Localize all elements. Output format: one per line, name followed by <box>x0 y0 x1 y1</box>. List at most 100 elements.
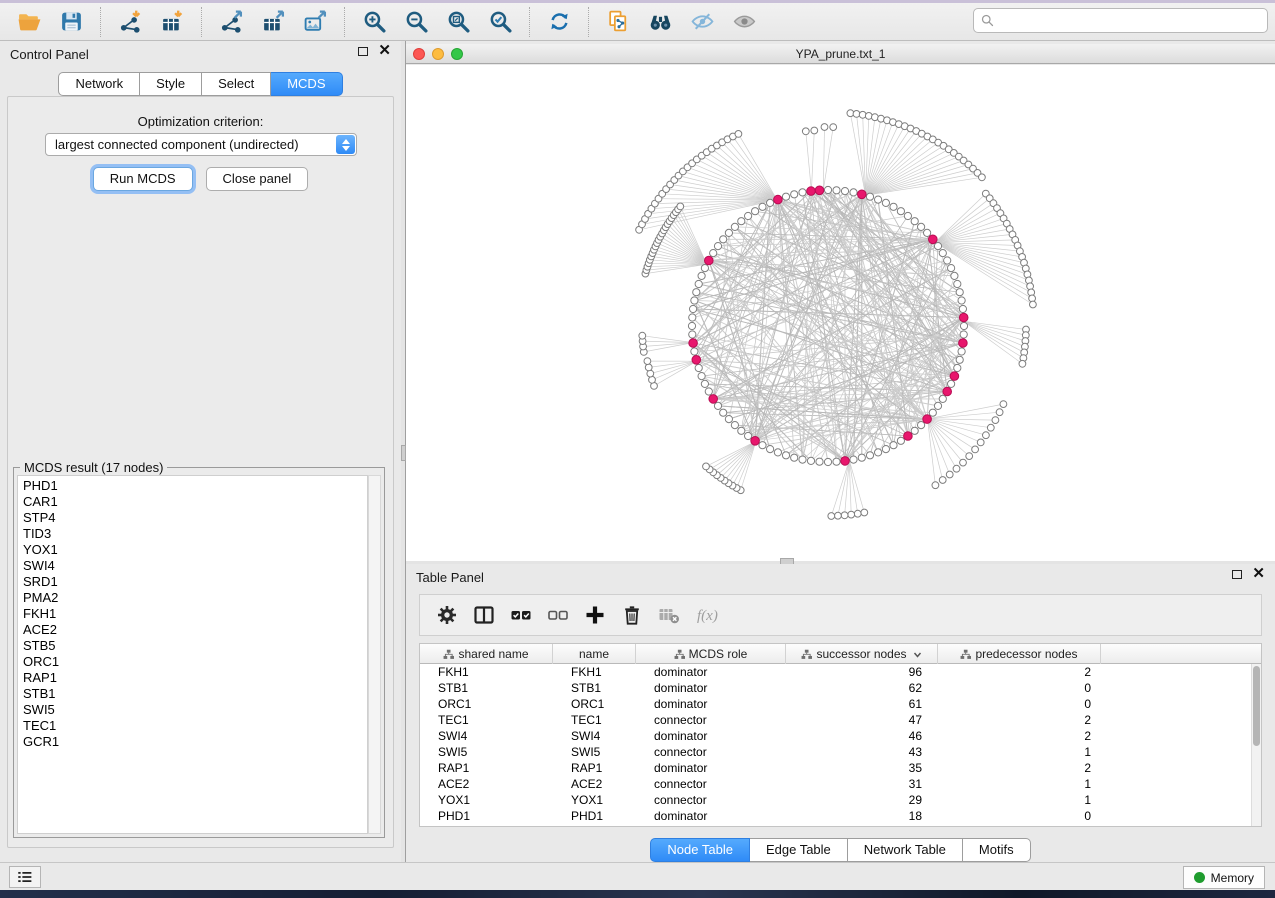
network-node[interactable] <box>720 409 727 416</box>
network-satellite-node[interactable] <box>992 417 999 424</box>
memory-button[interactable]: Memory <box>1183 866 1265 889</box>
cell-successor-nodes[interactable]: 31 <box>786 776 938 792</box>
network-node[interactable] <box>924 229 931 236</box>
mcds-result-item[interactable]: SRD1 <box>23 574 367 590</box>
cell-MCDS-role[interactable]: dominator <box>636 680 786 696</box>
network-node[interactable] <box>954 280 961 287</box>
column-header-successor-nodes[interactable]: successor nodes <box>786 644 938 664</box>
cell-name[interactable]: YOX1 <box>553 792 636 808</box>
network-satellite-node[interactable] <box>703 463 710 470</box>
network-node[interactable] <box>904 212 911 219</box>
show-panels-button[interactable] <box>9 866 41 888</box>
cell-name[interactable]: STB1 <box>553 680 636 696</box>
hide-selected-button[interactable] <box>687 7 717 37</box>
table-mode-gear-button[interactable] <box>430 599 464 631</box>
zoom-in-button[interactable] <box>359 7 389 37</box>
network-node[interactable] <box>890 203 897 210</box>
network-node[interactable] <box>911 427 918 434</box>
cell-name[interactable]: ACE2 <box>553 776 636 792</box>
network-node[interactable] <box>833 458 840 465</box>
table-row[interactable]: ORC1ORC1dominator610 <box>420 696 1251 712</box>
network-hub-node[interactable] <box>943 387 952 396</box>
network-node[interactable] <box>738 218 745 225</box>
table-row[interactable]: FKH1FKH1dominator962 <box>420 664 1251 680</box>
network-node[interactable] <box>731 223 738 230</box>
cell-MCDS-role[interactable]: dominator <box>636 696 786 712</box>
cell-successor-nodes[interactable]: 43 <box>786 744 938 760</box>
network-node[interactable] <box>934 243 941 250</box>
cell-predecessor-nodes[interactable]: 2 <box>938 728 1101 744</box>
network-hub-node[interactable] <box>904 432 913 441</box>
network-view-canvas[interactable] <box>406 65 1275 561</box>
float-panel-icon[interactable] <box>358 47 368 56</box>
network-node[interactable] <box>714 402 721 409</box>
refresh-button[interactable] <box>544 7 574 37</box>
mcds-result-item[interactable]: TEC1 <box>23 718 367 734</box>
network-node[interactable] <box>799 189 806 196</box>
network-node[interactable] <box>799 456 806 463</box>
table-scrollbar-thumb[interactable] <box>1253 666 1260 746</box>
network-node[interactable] <box>698 272 705 279</box>
mcds-result-item[interactable]: STB1 <box>23 686 367 702</box>
cell-predecessor-nodes[interactable]: 2 <box>938 712 1101 728</box>
network-node[interactable] <box>956 356 963 363</box>
network-node[interactable] <box>958 297 965 304</box>
network-node[interactable] <box>875 449 882 456</box>
table-row[interactable]: PHD1PHD1dominator180 <box>420 808 1251 824</box>
close-panel-button[interactable]: Close panel <box>206 167 309 191</box>
network-hub-node[interactable] <box>841 457 850 466</box>
network-node[interactable] <box>816 458 823 465</box>
cell-predecessor-nodes[interactable]: 1 <box>938 792 1101 808</box>
close-panel-icon[interactable]: ✕ <box>378 46 391 56</box>
network-node[interactable] <box>745 212 752 219</box>
network-node[interactable] <box>698 373 705 380</box>
network-node[interactable] <box>850 456 857 463</box>
network-satellite-node[interactable] <box>811 127 818 134</box>
network-node[interactable] <box>725 416 732 423</box>
cell-successor-nodes[interactable]: 96 <box>786 664 938 680</box>
network-node[interactable] <box>858 454 865 461</box>
network-node[interactable] <box>752 208 759 215</box>
tab-style[interactable]: Style <box>140 72 202 96</box>
network-satellite-node[interactable] <box>1000 401 1007 408</box>
table-row[interactable]: TEC1TEC1connector472 <box>420 712 1251 728</box>
network-node[interactable] <box>850 189 857 196</box>
network-satellite-node[interactable] <box>932 482 939 489</box>
mcds-list-scrollbar[interactable] <box>368 475 381 834</box>
cell-MCDS-role[interactable]: connector <box>636 792 786 808</box>
network-node[interactable] <box>959 305 966 312</box>
cell-MCDS-role[interactable]: connector <box>636 776 786 792</box>
network-node[interactable] <box>689 331 696 338</box>
table-row[interactable]: RAP1RAP1dominator352 <box>420 760 1251 776</box>
optimization-criterion-select[interactable]: largest connected component (undirected) <box>45 133 357 156</box>
search-input[interactable] <box>999 11 1267 31</box>
cell-shared-name[interactable]: SWI5 <box>420 744 553 760</box>
network-satellite-node[interactable] <box>645 364 652 371</box>
network-satellite-node[interactable] <box>861 509 868 516</box>
tab-motifs[interactable]: Motifs <box>963 838 1031 862</box>
network-satellite-node[interactable] <box>953 465 960 472</box>
import-table-button[interactable] <box>157 7 187 37</box>
network-hub-node[interactable] <box>774 195 783 204</box>
cell-shared-name[interactable]: ACE2 <box>420 776 553 792</box>
network-hub-node[interactable] <box>692 356 701 365</box>
network-node[interactable] <box>890 442 897 449</box>
network-node[interactable] <box>960 322 967 329</box>
network-node[interactable] <box>759 442 766 449</box>
run-mcds-button[interactable]: Run MCDS <box>93 167 193 191</box>
network-satellite-node[interactable] <box>960 459 967 466</box>
cell-predecessor-nodes[interactable]: 0 <box>938 696 1101 712</box>
network-node[interactable] <box>691 348 698 355</box>
cell-successor-nodes[interactable]: 46 <box>786 728 938 744</box>
cell-shared-name[interactable]: STB1 <box>420 680 553 696</box>
network-hub-node[interactable] <box>689 339 698 348</box>
network-node[interactable] <box>720 236 727 243</box>
network-satellite-node[interactable] <box>802 128 809 135</box>
cell-successor-nodes[interactable]: 35 <box>786 760 938 776</box>
network-hub-node[interactable] <box>923 415 932 424</box>
network-node[interactable] <box>929 409 936 416</box>
network-node[interactable] <box>882 199 889 206</box>
mcds-result-item[interactable]: STP4 <box>23 510 367 526</box>
network-node[interactable] <box>939 250 946 257</box>
network-node[interactable] <box>738 427 745 434</box>
